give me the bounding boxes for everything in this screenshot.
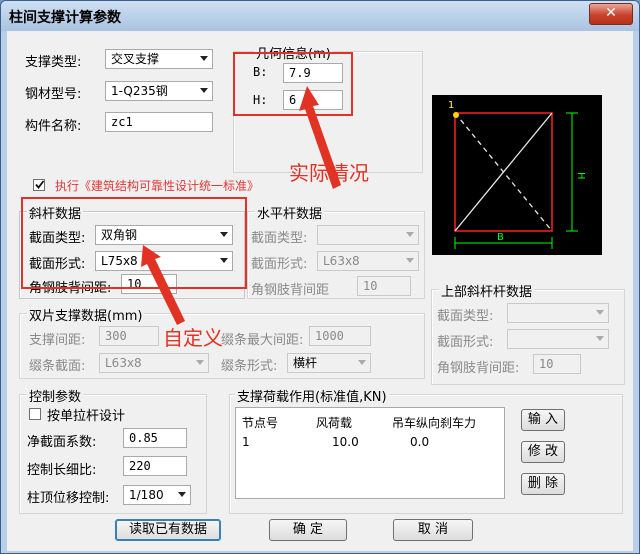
table-cell: 1: [242, 435, 250, 449]
upper-diagonal-title: 上部斜杆杆数据: [439, 281, 535, 300]
lacing-form-label: 缀条形式:: [221, 359, 278, 374]
annotation-custom: 自定义: [163, 326, 223, 350]
tension-only-label: 按单拉杆设计: [47, 409, 126, 424]
support-type-select[interactable]: 交叉支撑: [105, 49, 213, 69]
annotation-arrow-actual: [299, 86, 341, 189]
lacing-section-label: 缀条截面:: [29, 359, 86, 374]
loads-title: 支撑荷载作用(标准值,KN): [235, 386, 389, 405]
dialog-window: 柱间支撑计算参数 ✕ 支撑类型: 交叉支撑 钢材型号: 1-Q235钢 构件名称…: [0, 0, 640, 554]
loads-table-panel[interactable]: 节点号 风荷载 吊车纵向刹车力 1 10.0 0.0: [235, 407, 505, 499]
lacing-max-spacing-input[interactable]: 1000: [309, 326, 371, 346]
chevron-down-icon: [200, 88, 208, 93]
node-label: 1: [448, 100, 454, 111]
window-title: 柱间支撑计算参数: [9, 10, 121, 26]
steel-grade-select[interactable]: 1-Q235钢: [105, 81, 213, 101]
horizontal-section-type-select[interactable]: [317, 225, 419, 245]
input-button[interactable]: 输 入: [521, 409, 565, 431]
close-button[interactable]: ✕: [589, 3, 633, 25]
lacing-max-spacing-label: 缀条最大间距:: [221, 333, 304, 348]
table-cell: 0.0: [410, 435, 430, 449]
table-header-row: 节点号 风荷载 吊车纵向刹车力: [236, 412, 482, 433]
modify-button[interactable]: 修 改: [521, 441, 565, 463]
cancel-button[interactable]: 取 消: [393, 519, 473, 541]
title-bar: 柱间支撑计算参数 ✕: [1, 1, 639, 31]
ok-button[interactable]: 确 定: [269, 519, 347, 541]
h-dimension-label: H: [575, 172, 586, 180]
chevron-down-icon: [358, 360, 366, 365]
delete-button[interactable]: 删 除: [521, 473, 565, 495]
upper-section-type-select[interactable]: [507, 303, 609, 323]
double-title: 双片支撑数据(mm): [27, 305, 145, 324]
chevron-down-icon: [178, 492, 186, 497]
member-name-label: 构件名称:: [25, 119, 82, 134]
table-header-cell: 吊车纵向刹车力: [392, 416, 477, 430]
chevron-down-icon: [406, 258, 414, 263]
slenderness-label: 控制长细比:: [27, 463, 97, 478]
upper-section-form-select[interactable]: [507, 329, 609, 349]
geometry-diagram: 1 B H: [432, 95, 602, 255]
chevron-down-icon: [596, 310, 604, 315]
chevron-down-icon: [596, 336, 604, 341]
table-row[interactable]: 1 10.0 0.0: [236, 433, 482, 451]
member-name-input[interactable]: zc1: [105, 112, 213, 132]
upper-angle-spacing-input[interactable]: 10: [533, 354, 581, 374]
horizontal-section-form-label: 截面形式:: [251, 257, 308, 272]
table-header-cell: 节点号: [242, 416, 279, 430]
support-spacing-label: 支撑间距:: [29, 333, 86, 348]
upper-angle-spacing-label: 角钢肢背间距:: [437, 361, 520, 376]
lacing-form-select[interactable]: 横杆: [287, 353, 371, 373]
horizontal-angle-spacing-label: 角钢肢背间距: [251, 283, 330, 298]
support-type-label: 支撑类型:: [25, 55, 82, 70]
b-dimension-label: B: [497, 232, 504, 243]
chevron-down-icon: [196, 360, 204, 365]
upper-section-form-label: 截面形式:: [437, 335, 494, 350]
steel-grade-label: 钢材型号:: [25, 87, 82, 102]
net-section-label: 净截面系数:: [27, 435, 97, 450]
table-header-cell: 风荷载: [316, 416, 353, 430]
dialog-body: 支撑类型: 交叉支撑 钢材型号: 1-Q235钢 构件名称: zc1 几何信息(…: [7, 31, 633, 551]
tension-only-checkbox[interactable]: [29, 408, 41, 420]
horizontal-section-type-label: 截面类型:: [251, 231, 308, 246]
top-disp-label: 柱顶位移控制:: [27, 491, 110, 506]
annotation-box-diagonal: [21, 197, 247, 289]
chevron-down-icon: [406, 232, 414, 237]
control-title: 控制参数: [27, 386, 84, 405]
chevron-down-icon: [200, 56, 208, 61]
table-cell: 10.0: [332, 435, 359, 449]
net-section-input[interactable]: 0.85: [123, 428, 187, 448]
upper-section-type-label: 截面类型:: [437, 309, 494, 324]
annotation-actual: 实际情况: [289, 161, 369, 185]
lacing-section-select[interactable]: L63x8: [99, 353, 209, 373]
read-data-button[interactable]: 读取已有数据: [115, 519, 221, 541]
code-check-label: 执行《建筑结构可靠性设计统一标准》: [55, 179, 260, 193]
slenderness-input[interactable]: 220: [123, 456, 187, 476]
loads-table: 节点号 风荷载 吊车纵向刹车力 1 10.0 0.0: [236, 412, 482, 451]
check-mark-icon: [35, 180, 45, 189]
horizontal-section-form-select[interactable]: L63x8: [317, 251, 419, 271]
horizontal-angle-spacing-input[interactable]: 10: [357, 276, 411, 296]
top-disp-select[interactable]: 1/180: [123, 485, 191, 505]
node-marker: [453, 112, 459, 118]
